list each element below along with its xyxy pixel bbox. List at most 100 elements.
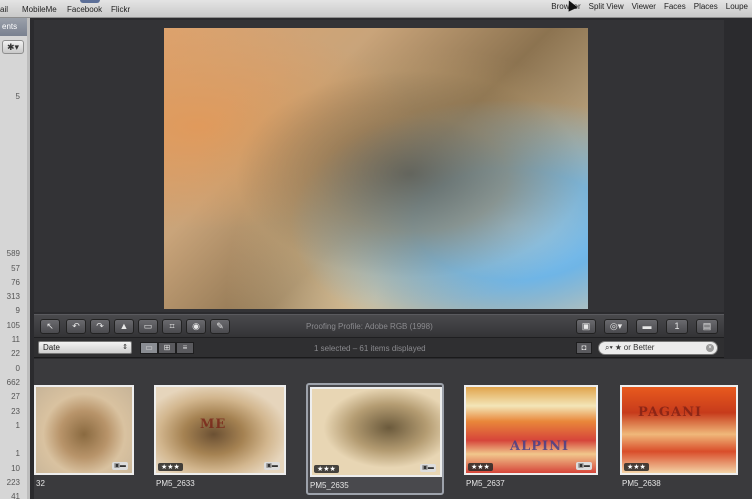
inspector-count: 9 [15, 306, 20, 316]
inspector-count: 11 [11, 335, 20, 345]
inspector-panel: ents ✱▾ 5 589 57 76 313 9 105 11 22 0 662 27 23 1 1 10 2… [0, 18, 30, 499]
rotate-right-icon[interactable]: ↷ [90, 319, 110, 334]
inspector-count: 223 [6, 478, 20, 488]
inspector-count [0, 104, 20, 118]
thumbnail-image[interactable]: PAGANI ★★★ [620, 385, 738, 475]
inspector-count: 23 [11, 406, 20, 416]
viewer-toolbar: ↖ ↶ ↷ ▲ ▭ ⌗ ◉ ✎ Proofing Profile: Adobe … [34, 314, 724, 338]
primary-only-icon[interactable]: ▣ [576, 319, 596, 334]
inspector-count: 313 [6, 292, 20, 302]
proofing-profile-label: Proofing Profile: Adobe RGB (1998) [306, 322, 433, 331]
thumbnail-filename: PM5_2637 [466, 479, 505, 488]
inspector-tab[interactable]: ents [0, 18, 29, 36]
brush-tool-icon[interactable]: ✎ [210, 319, 230, 334]
inspector-count: 105 [6, 320, 20, 330]
thumbnail-cell-selected[interactable]: ★★★ ▣▬ PM5_2635 [306, 383, 444, 495]
inspector-count [0, 133, 20, 147]
sort-select-value: Date [43, 343, 60, 352]
inspector-count: 41 [11, 492, 20, 499]
red-eye-tool-icon[interactable]: ◉ [186, 319, 206, 334]
inspector-count [0, 233, 20, 247]
thumbnail-image[interactable]: ALPINI ★★★ ▣▬ [464, 385, 598, 475]
thumbnail-image[interactable]: ME ★★★ ▣▬ [154, 385, 286, 475]
view-options-icon[interactable]: ◎▾ [604, 319, 628, 334]
inspector-count: 662 [6, 377, 20, 387]
list-view-icon[interactable]: ≡ [176, 342, 194, 354]
rotate-left-icon[interactable]: ↶ [66, 319, 86, 334]
straighten-tool-icon[interactable]: ▭ [138, 319, 158, 334]
clear-filter-icon[interactable]: × [706, 344, 714, 352]
filmstrip-view-icon[interactable]: ▭ [140, 342, 158, 354]
thumbnail-image[interactable]: ★★★ ▣▬ [310, 387, 442, 477]
view-viewer-button[interactable]: Viewer [632, 2, 656, 11]
thumbnail-filename: PM5_2635 [310, 481, 349, 490]
rating-filter-field[interactable]: ⌕▾ ★ or Better × [598, 341, 718, 355]
rating-stars: ★★★ [624, 463, 649, 471]
fullscreen-icon[interactable]: ▤ [696, 319, 718, 334]
gear-icon[interactable]: ✱▾ [2, 40, 24, 54]
view-mode-bar: Browser Split View Viewer Faces Places L… [551, 2, 748, 11]
inspector-count: 22 [11, 349, 20, 359]
chevron-updown-icon: ⇕ [122, 344, 128, 351]
inspector-count: 589 [6, 249, 20, 259]
share-mobileme[interactable]: MobileMe [22, 5, 57, 14]
inspector-count: 1 [15, 449, 20, 459]
inspector-count [0, 147, 20, 161]
selection-count: 1 selected – 61 items displayed [314, 344, 426, 353]
grid-view-icon[interactable]: ⊞ [158, 342, 176, 354]
thumbnail-cell[interactable]: PAGANI ★★★ PM5_2638 [620, 383, 738, 495]
thumbnail-filename: 32 [36, 479, 45, 488]
single-view-icon[interactable]: 1 [666, 319, 688, 334]
main-photo[interactable] [164, 28, 588, 309]
thumbnail-cell[interactable]: ALPINI ★★★ ▣▬ PM5_2637 [464, 383, 598, 495]
thumbnail-text: ALPINI [510, 439, 570, 454]
inspector-count: 1 [15, 420, 20, 430]
view-loupe-button[interactable]: Loupe [726, 2, 748, 11]
thumbnail-filename: PM5_2633 [156, 479, 195, 488]
thumbnail-text: PAGANI [638, 405, 703, 420]
sort-select[interactable]: Date ⇕ [38, 341, 132, 354]
filmstrip: ▣▬ 32 ME ★★★ ▣▬ PM5_2633 ★★★ ▣▬ PM5_2635… [34, 359, 752, 499]
facebook-icon [80, 0, 100, 3]
inspector-count: 57 [11, 263, 20, 273]
adjustment-badge-icon: ▣▬ [264, 462, 280, 470]
lift-tool-icon[interactable]: ▲ [114, 319, 134, 334]
compare-icon[interactable]: ▬ [636, 319, 658, 334]
rating-stars: ★★★ [158, 463, 183, 471]
inspector-scrollbar[interactable] [27, 18, 30, 499]
share-flickr[interactable]: Flickr [111, 5, 130, 14]
adjustment-badge-icon: ▣▬ [112, 462, 128, 470]
search-icon: ⌕▾ [605, 343, 616, 352]
inspector-count: 10 [11, 463, 20, 473]
adjustment-badge-icon: ▣▬ [576, 462, 592, 470]
thumbnail-cell[interactable]: ▣▬ 32 [34, 383, 134, 495]
thumbnail-image[interactable]: ▣▬ [34, 385, 134, 475]
inspector-count [0, 433, 20, 447]
adjustment-badge-icon: ▣▬ [420, 464, 436, 472]
inspector-count [0, 219, 20, 233]
share-email[interactable]: ail [0, 5, 8, 14]
crop-tool-icon[interactable]: ⌗ [162, 319, 182, 334]
top-toolbar: ail MobileMe Facebook Flickr Browser Spl… [0, 0, 752, 18]
thumbnail-text: ME [200, 417, 227, 432]
inspector-count [0, 204, 20, 218]
thumbnail-cell[interactable]: ME ★★★ ▣▬ PM5_2633 [154, 383, 286, 495]
inspector-count: 0 [15, 363, 20, 373]
view-faces-button[interactable]: Faces [664, 2, 686, 11]
rating-stars: ★★★ [314, 465, 339, 473]
image-viewer [34, 20, 724, 312]
browser-header: Date ⇕ ▭ ⊞ ≡ 1 selected – 61 items displ… [34, 338, 724, 358]
rating-stars: ★★★ [468, 463, 493, 471]
rating-filter-value: ★ or Better [615, 343, 655, 352]
inspector-count [0, 161, 20, 175]
view-places-button[interactable]: Places [694, 2, 718, 11]
share-facebook[interactable]: Facebook [67, 5, 102, 14]
inspector-count [0, 119, 20, 133]
import-camera-icon[interactable]: ◘ [576, 342, 592, 354]
thumbnail-filename: PM5_2638 [622, 479, 661, 488]
inspector-count [0, 190, 20, 204]
select-tool-icon[interactable]: ↖ [40, 319, 60, 334]
inspector-count-list: 5 589 57 76 313 9 105 11 22 0 662 27 23 1 1 10 223 41 [0, 90, 20, 499]
inspector-count: 27 [11, 392, 20, 402]
view-split-button[interactable]: Split View [589, 2, 624, 11]
